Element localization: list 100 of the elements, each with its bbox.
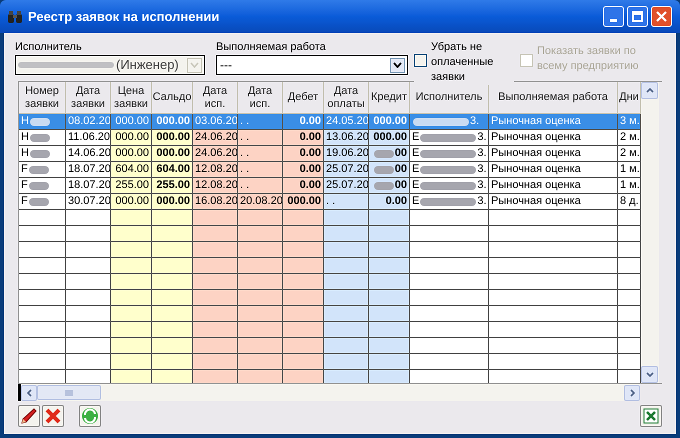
blur-icon	[420, 198, 476, 206]
checkbox-label: Убрать не оплаченные заявки	[431, 40, 494, 85]
table-cell: 0.00	[283, 130, 324, 146]
table-cell: 0.00	[283, 146, 324, 162]
table-cell: 000.00	[152, 114, 193, 130]
table-cell: 3 м.	[618, 114, 641, 130]
horizontal-scrollbar[interactable]	[18, 384, 640, 401]
table-cell: 000.00	[369, 130, 410, 146]
delete-button[interactable]	[42, 405, 64, 427]
pencil-icon	[20, 407, 38, 425]
table-cell: 2 м.	[618, 130, 641, 146]
table-cell: 604.00	[111, 162, 152, 178]
table-cell: Рыночная оценка	[489, 194, 618, 210]
table-cell: . .	[238, 114, 283, 130]
scroll-right-button[interactable]	[624, 384, 640, 400]
minimize-button[interactable]	[603, 6, 624, 27]
blurred-cell: F	[19, 194, 66, 210]
table-cell: 0.00	[283, 178, 324, 194]
table-cell: 1 м.	[618, 178, 641, 194]
table-cell: 24.06.20	[193, 146, 238, 162]
table-cell: 12.08.20	[193, 178, 238, 194]
export-button[interactable]	[640, 405, 662, 427]
table-cell: 000.00	[369, 114, 410, 130]
table-cell: 16.08.20	[193, 194, 238, 210]
table-row[interactable]: H 11.06.20 000.00 000.00 24.06.20 . . 0.00 13.06.20 000.00 E 3. Рыночная оценка 2 м.	[19, 130, 641, 146]
table-cell: 255.00	[111, 178, 152, 194]
table-cell: 000.00	[152, 130, 193, 146]
table-cell: 25.07.20	[324, 178, 369, 194]
delete-icon	[44, 407, 62, 425]
field-label: Выполняемая работа	[216, 41, 327, 54]
table-cell: 24.06.20	[193, 130, 238, 146]
caret-right-icon	[630, 388, 634, 396]
table-cell: 20.08.20	[238, 194, 283, 210]
table-row[interactable]: F 18.07.20 604.00 604.00 12.08.20 . . 0.00 25.07.20 00 E 3. Рыночная оценка 1 м.	[19, 162, 641, 178]
table-cell: 13.06.20	[324, 130, 369, 146]
caret-up-icon	[646, 88, 654, 93]
blur-icon	[374, 150, 394, 158]
table-cell: 12.08.20	[193, 162, 238, 178]
blur-icon	[374, 166, 394, 174]
window-title: Реестр заявок на исполнении	[28, 8, 220, 26]
table-row[interactable]: H 14.06.20 000.00 000.00 24.06.20 . . 0.00 19.06.20 00 E 3. Рыночная оценка 2 м.	[19, 146, 641, 162]
table-cell: . .	[324, 194, 369, 210]
blurred-cell: E 3.	[410, 130, 489, 146]
caret-down-icon	[646, 372, 654, 377]
dropdown-value: (Инженер)	[116, 56, 179, 74]
checkbox[interactable]	[414, 54, 427, 67]
table-cell: 255.00	[152, 178, 193, 194]
close-button[interactable]	[651, 6, 672, 27]
table-cell: 25.07.20	[324, 162, 369, 178]
blur-icon	[420, 134, 476, 142]
caret-left-icon	[26, 388, 32, 396]
table-cell: 0.00	[283, 114, 324, 130]
table-cell: 19.06.20	[324, 146, 369, 162]
close-icon	[656, 11, 667, 22]
scroll-left-button[interactable]	[21, 384, 37, 400]
field-label: Исполнитель	[15, 41, 83, 54]
table-cell: 24.05.20	[324, 114, 369, 130]
scroll-up-button[interactable]	[641, 82, 658, 99]
blurred-cell: 00	[369, 146, 410, 162]
blurred-cell: E 3.	[410, 178, 489, 194]
blurred-cell: 00	[369, 178, 410, 194]
blur-icon	[30, 134, 50, 142]
vertical-scrollbar[interactable]	[641, 82, 659, 383]
table-cell: Рыночная оценка	[489, 178, 618, 194]
edit-button[interactable]	[18, 405, 40, 427]
grip-icon	[65, 390, 73, 396]
table-cell: 2 м.	[618, 146, 641, 162]
table-cell: 14.06.20	[66, 146, 111, 162]
table-cell: . .	[238, 178, 283, 194]
scroll-thumb[interactable]	[37, 385, 101, 400]
table-cell: . .	[238, 130, 283, 146]
table-row[interactable]: F 18.07.20 255.00 255.00 12.08.20 . . 0.00 25.07.20 00 E 3. Рыночная оценка 1 м.	[19, 178, 641, 194]
blur-icon	[28, 182, 49, 190]
blur-icon	[420, 150, 476, 158]
blurred-cell: H	[19, 146, 66, 162]
table-cell: . .	[238, 146, 283, 162]
blur-icon	[413, 118, 469, 126]
table-cell: 18.07.20	[66, 178, 111, 194]
table-cell: 0.00	[369, 194, 410, 210]
work-dropdown[interactable]: ---	[216, 55, 408, 75]
scroll-down-button[interactable]	[641, 366, 658, 383]
blur-icon	[28, 166, 49, 174]
checkbox-label: Показать заявки по всему предприятию	[537, 44, 640, 74]
blurred-cell: H	[19, 114, 66, 130]
table-cell: 30.07.20	[66, 194, 111, 210]
maximize-button[interactable]	[627, 6, 648, 27]
binoculars-icon	[8, 10, 22, 22]
table-cell: 000.00	[111, 194, 152, 210]
minimize-icon	[610, 19, 617, 22]
blur-icon	[420, 182, 476, 190]
table-row[interactable]: F 30.07.20 000.00 000.00 16.08.20 20.08.20 000.00 . . 0.00 E 3. Рыночная оценка 8 д.	[19, 194, 641, 210]
spreadsheet-icon	[643, 408, 659, 424]
blur-icon	[30, 118, 50, 126]
blur-icon	[30, 150, 50, 158]
table-cell: 000.00	[152, 194, 193, 210]
refresh-button[interactable]	[79, 405, 101, 427]
table-cell: 0.00	[283, 162, 324, 178]
blurred-cell: F	[19, 178, 66, 194]
blurred-text-icon	[18, 60, 114, 70]
blur-icon	[420, 166, 476, 174]
